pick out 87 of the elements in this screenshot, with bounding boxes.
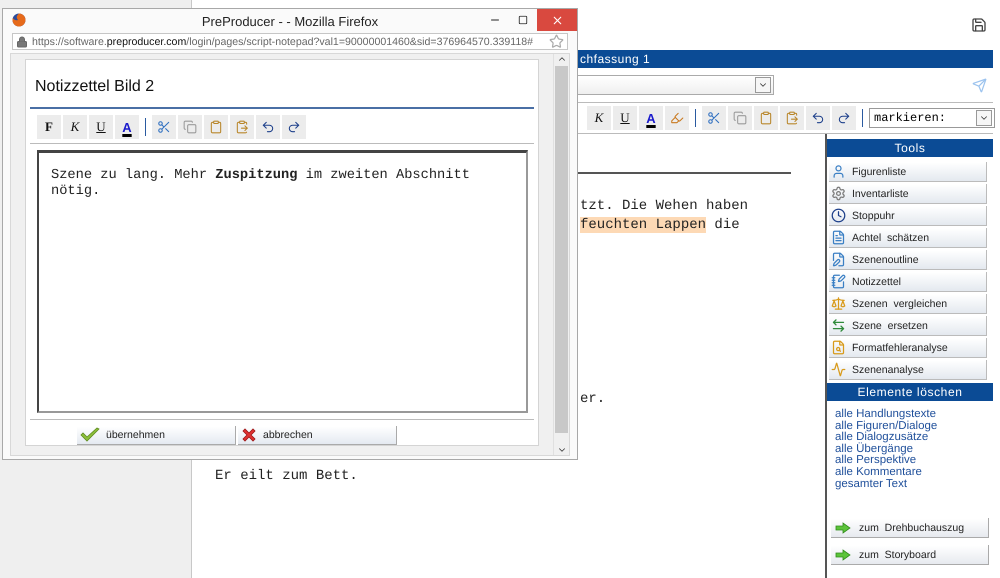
cut-button[interactable] [152, 115, 176, 139]
underline-button[interactable]: U [89, 115, 113, 139]
tool-button[interactable]: Szenenanalyse [829, 360, 987, 380]
scrollbar[interactable] [553, 54, 569, 455]
undo-button[interactable] [806, 106, 830, 130]
highlighter-icon [670, 111, 684, 125]
clock-icon [831, 208, 846, 223]
cross-icon [241, 427, 257, 443]
script-text: tzt. Die Wehen haben [580, 198, 748, 214]
clipboard-icon [759, 111, 773, 125]
note-text-area[interactable]: Szene zu lang. Mehr Zuspitzung im zweiten Abschnitt nötig. [37, 150, 528, 413]
script-text: er. [580, 391, 606, 407]
script-text: Er eilt zum Bett. [215, 468, 358, 484]
note-heading: Notizzettel Bild 2 [34, 77, 156, 97]
copy-icon [183, 120, 197, 134]
paste-button[interactable] [754, 106, 778, 130]
delete-link[interactable]: alle Handlungstexte [835, 409, 936, 421]
tool-button[interactable]: Szene ersetzen [829, 316, 987, 336]
scissors-icon [157, 120, 171, 134]
redo-icon [287, 120, 301, 134]
notepad-icon [831, 274, 846, 289]
cut-button[interactable] [702, 106, 726, 130]
undo-icon [811, 111, 825, 125]
lock-icon [16, 36, 28, 48]
tool-button[interactable]: Formatfehleranalyse [829, 338, 987, 358]
font-color-button[interactable]: A [115, 115, 139, 139]
delete-link[interactable]: alle Perspektive [835, 455, 916, 467]
undo-icon [261, 120, 275, 134]
address-bar[interactable]: https://software.preproducer.com/login/pages/script-notepad?val1=90000001460&sid=376964570.339118# [12, 33, 568, 50]
clipboard-paste-icon [785, 111, 799, 125]
delete-elements-header: Elemente löschen [827, 383, 993, 401]
bold-button[interactable]: F [37, 115, 61, 139]
swap-icon [831, 318, 846, 333]
window-title: PreProducer - - Mozilla Firefox [202, 14, 378, 29]
arrow-right-icon [835, 548, 851, 561]
arrow-right-icon [835, 522, 851, 534]
tool-button[interactable]: Notizzettel [829, 272, 987, 292]
tool-button[interactable]: Szenen vergleichen [829, 294, 987, 314]
delete-link[interactable]: alle Kommentare [835, 466, 922, 479]
cancel-button[interactable]: abbrechen [238, 426, 397, 445]
tool-button[interactable]: Inventarliste [829, 184, 987, 204]
tool-button[interactable]: Szenenoutline [829, 250, 987, 270]
clipboard-icon [209, 120, 223, 134]
undo-button[interactable] [256, 115, 280, 139]
highlight-button[interactable] [665, 106, 689, 130]
tool-button[interactable]: Stoppuhr [829, 206, 987, 226]
redo-button[interactable] [832, 106, 856, 130]
close-button[interactable] [537, 9, 577, 31]
redo-icon [837, 111, 851, 125]
maximize-icon [518, 15, 528, 25]
nav-button[interactable]: zum Drehbuchauszug [831, 518, 989, 538]
highlighted-text: feuchten Lappen [580, 217, 706, 233]
script-text: die [713, 217, 740, 233]
font-color-button[interactable]: A [639, 106, 663, 130]
delete-link[interactable]: alle Figuren/Dialoge [835, 420, 938, 432]
underline-button[interactable]: U [613, 106, 637, 130]
copy-button[interactable] [728, 106, 752, 130]
scales-icon [831, 296, 846, 311]
delete-link[interactable]: alle Dialogzusätze [835, 432, 928, 444]
person-icon [831, 164, 846, 179]
scissors-icon [707, 111, 721, 125]
save-icon[interactable] [971, 17, 987, 33]
document-icon [831, 230, 846, 245]
delete-link[interactable]: gesamter Text [835, 478, 908, 490]
clipboard-paste-icon [235, 120, 249, 134]
copy-icon [733, 111, 747, 125]
italic-button[interactable]: K [587, 106, 611, 130]
italic-button[interactable]: K [63, 115, 87, 139]
browser-logo-icon [12, 13, 26, 27]
copy-button[interactable] [178, 115, 202, 139]
tool-button[interactable]: Figurenliste [829, 162, 987, 182]
tools-header: Tools [827, 139, 993, 157]
send-icon[interactable] [972, 78, 987, 92]
mark-dropdown[interactable]: markieren: [869, 108, 995, 128]
document-search-icon [831, 340, 846, 355]
close-icon [550, 14, 564, 26]
delete-link[interactable]: alle Übergänge [835, 444, 914, 456]
apply-button[interactable]: übernehmen [77, 426, 236, 445]
check-icon [80, 427, 100, 443]
paste-button[interactable] [204, 115, 228, 139]
tool-button[interactable]: Achtel schätzen [829, 228, 987, 248]
nav-button[interactable]: zum Storyboard [831, 545, 989, 566]
bookmark-star-icon[interactable] [549, 34, 564, 49]
chart-icon [831, 362, 846, 377]
gear-icon [831, 186, 846, 201]
redo-button[interactable] [282, 115, 306, 139]
document-pen-icon [831, 252, 846, 267]
